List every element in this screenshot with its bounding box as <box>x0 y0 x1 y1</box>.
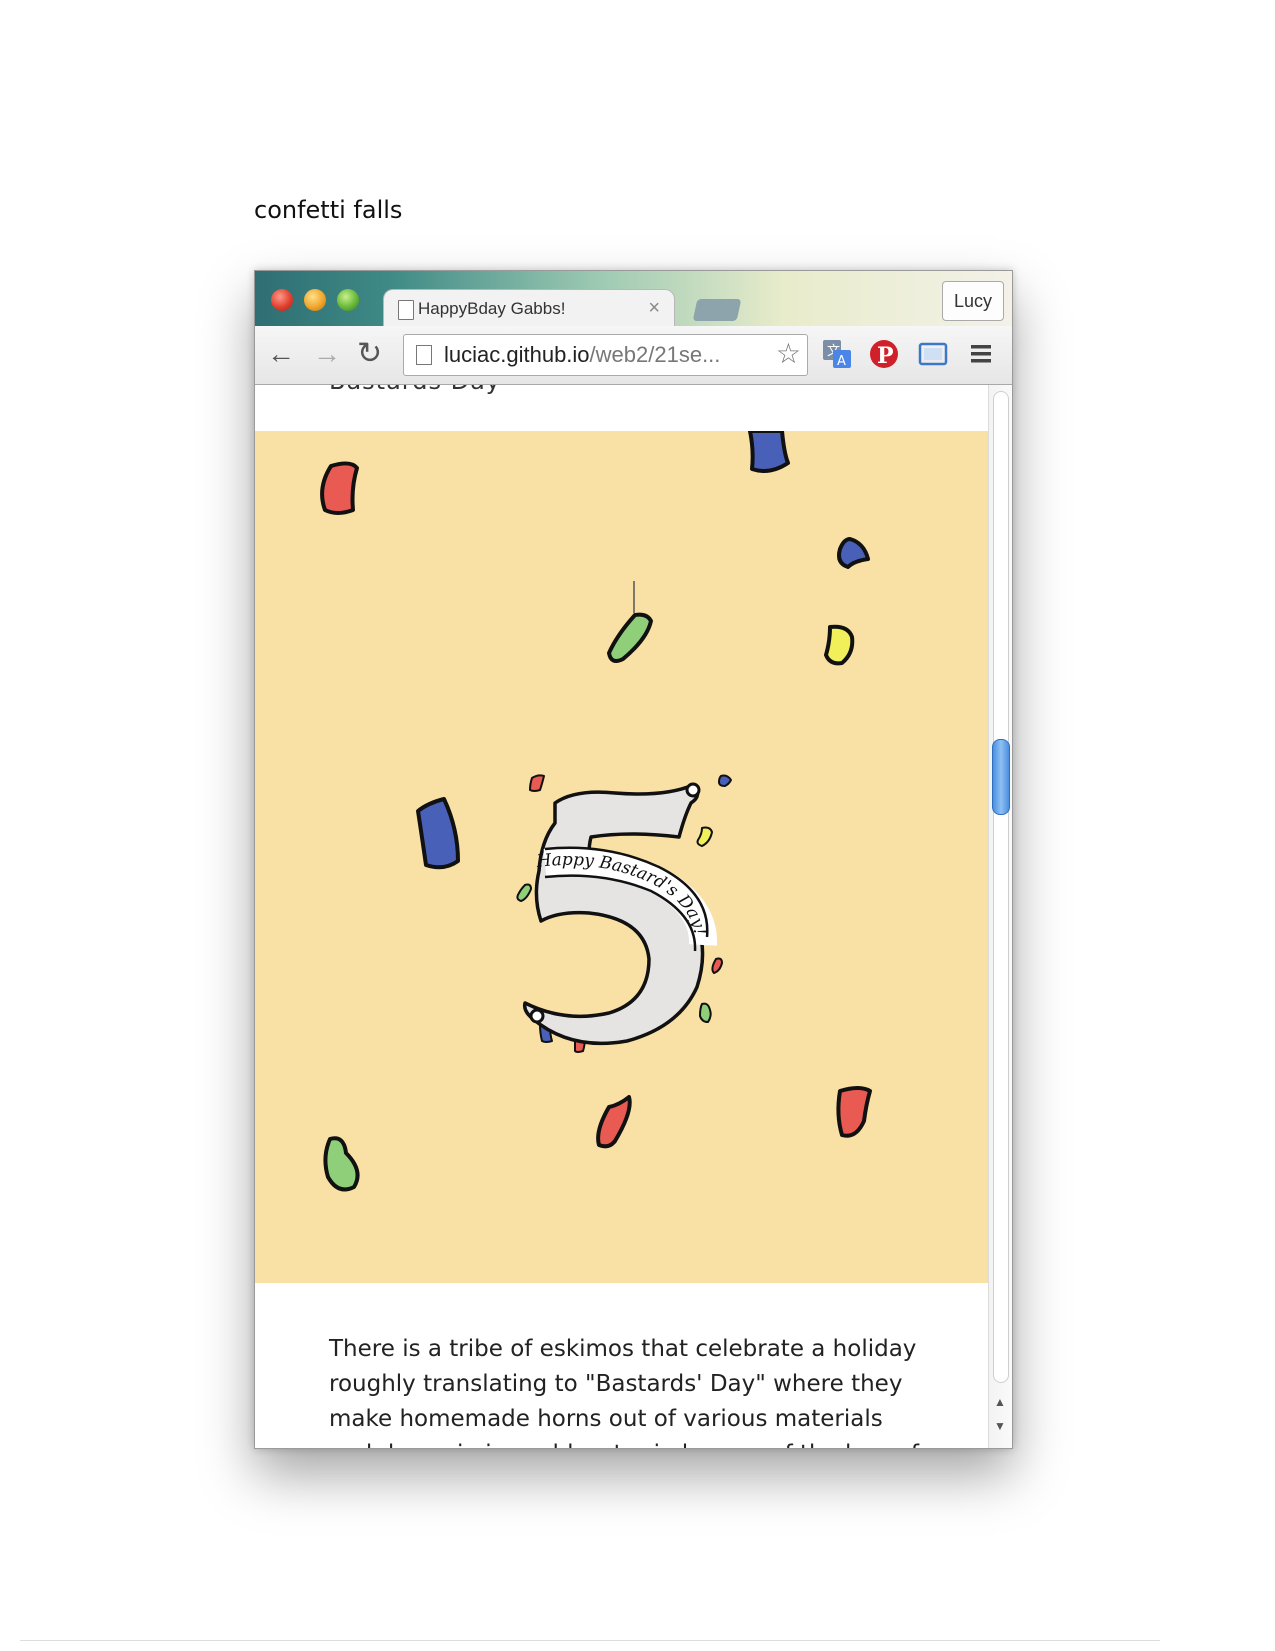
confetti-piece <box>607 612 653 663</box>
browser-toolbar: ← → ↻ luciac.github.io/web2/21se... ☆ 文 … <box>255 326 1012 385</box>
back-arrow-icon[interactable]: ← <box>267 339 295 369</box>
confetti-piece <box>699 1002 712 1023</box>
address-bar[interactable]: luciac.github.io/web2/21se... ☆ <box>403 334 808 376</box>
title-bar: HappyBday Gabbs! × Lucy <box>255 271 1012 328</box>
reload-icon[interactable]: ↻ <box>357 339 382 369</box>
page-content: Bastards Day <box>255 385 988 1448</box>
bookmark-star-icon[interactable]: ☆ <box>776 337 801 370</box>
new-tab-button[interactable] <box>692 299 742 321</box>
confetti-piece <box>837 537 870 569</box>
confetti-piece <box>516 883 532 902</box>
confetti-hero: Happy Bastard's Day! <box>255 431 988 1283</box>
document-icon <box>398 300 414 320</box>
confetti-piece <box>718 774 732 787</box>
cut-off-heading: Bastards Day <box>329 385 501 395</box>
pinterest-icon[interactable]: P <box>868 338 900 370</box>
tab-title: HappyBday Gabbs! <box>418 299 566 318</box>
tab-close-icon[interactable]: × <box>648 297 660 320</box>
page-divider <box>20 1640 1160 1641</box>
minimize-window-button[interactable] <box>304 289 326 311</box>
svg-text:A: A <box>837 354 846 369</box>
page-info-icon[interactable] <box>416 345 432 365</box>
scroll-track[interactable] <box>993 391 1009 1383</box>
browser-window: HappyBday Gabbs! × Lucy ← → ↻ luciac.git… <box>254 270 1013 1449</box>
translate-icon[interactable]: 文 A <box>821 338 853 370</box>
number-five-banner: Happy Bastard's Day! <box>522 782 718 1046</box>
confetti-illustration: Happy Bastard's Day! <box>320 431 872 1192</box>
confetti-piece <box>824 624 855 666</box>
maximize-window-button[interactable] <box>337 289 359 311</box>
confetti-piece <box>416 797 460 870</box>
scroll-thumb[interactable] <box>992 739 1010 816</box>
cast-icon[interactable] <box>917 338 949 370</box>
svg-text:P: P <box>877 343 894 369</box>
confetti-piece <box>696 826 713 847</box>
profile-button[interactable]: Lucy <box>942 281 1004 321</box>
story-paragraph: There is a tribe of eskimos that celebra… <box>329 1336 919 1448</box>
confetti-piece <box>596 1095 632 1149</box>
url-path: /web2/21se... <box>589 342 721 367</box>
confetti-piece <box>836 1086 872 1138</box>
url-host: luciac.github.io <box>444 342 590 367</box>
confetti-piece <box>323 1136 360 1192</box>
confetti-piece <box>711 957 723 974</box>
scroll-up-arrow-icon[interactable]: ▲ <box>994 1395 1006 1409</box>
scroll-down-arrow-icon[interactable]: ▼ <box>994 1419 1006 1433</box>
page-caption: confetti falls <box>254 196 403 224</box>
url-text[interactable]: luciac.github.io/web2/21se... <box>444 342 720 368</box>
browser-tab[interactable]: HappyBday Gabbs! × <box>383 289 675 328</box>
forward-arrow-icon[interactable]: → <box>313 339 341 369</box>
confetti-piece <box>748 431 790 473</box>
menu-icon[interactable] <box>965 338 997 370</box>
confetti-piece <box>320 461 359 515</box>
confetti-piece <box>529 774 545 792</box>
close-window-button[interactable] <box>271 289 293 311</box>
vertical-scrollbar[interactable]: ▲ ▼ <box>988 385 1012 1448</box>
